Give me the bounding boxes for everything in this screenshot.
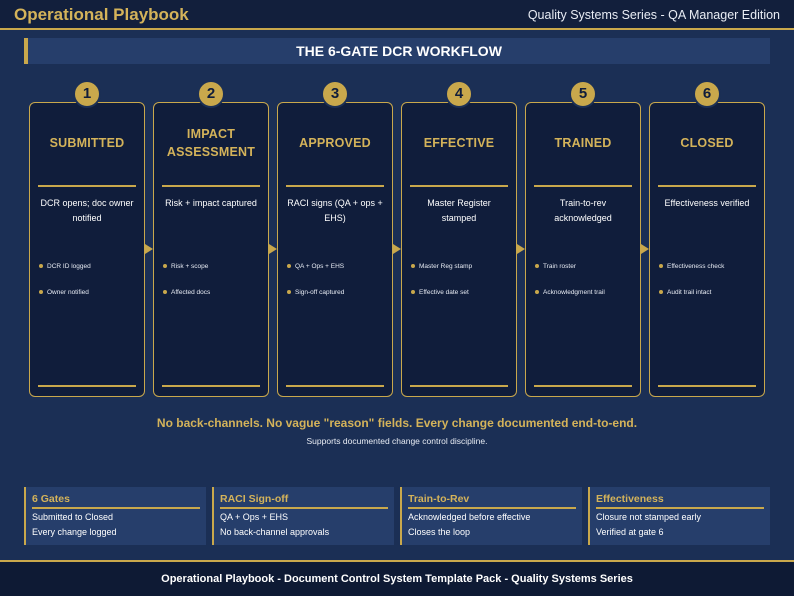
edition-label: Quality Systems Series - QA Manager Edit… [527, 8, 780, 22]
gate-number-badge: 2 [197, 80, 225, 108]
panel-line: Submitted to Closed [32, 512, 114, 522]
bullet-dot-icon [39, 290, 43, 295]
bullet-dot-icon [163, 264, 167, 269]
gate-bullet: Owner notified [39, 289, 140, 296]
gate-title: EFFECTIVE [423, 136, 495, 150]
gate-bullet: Audit trail intact [659, 289, 760, 296]
gate-number-badge: 3 [321, 80, 349, 108]
panel-title: Effectiveness [596, 493, 664, 505]
gate-card-trained: TRAINED Train-to-rev acknowledged Train … [525, 102, 641, 397]
arrow-right-icon [517, 244, 525, 254]
bullet-dot-icon [659, 290, 663, 295]
gate-number-badge: 4 [445, 80, 473, 108]
gate-title: SUBMITTED [49, 136, 125, 150]
footer: Operational Playbook - Document Control … [0, 560, 794, 596]
panel-line: Verified at gate 6 [596, 527, 664, 537]
panel-divider [32, 507, 200, 509]
gate-bullet: Effectiveness check [659, 263, 760, 270]
gate-footer-rule [162, 385, 260, 387]
bullet-dot-icon [287, 264, 291, 269]
panel-line: QA + Ops + EHS [220, 512, 289, 522]
workflow-banner: THE 6-GATE DCR WORKFLOW [24, 38, 770, 64]
bullet-dot-icon [535, 264, 539, 269]
gate-bullet: QA + Ops + EHS [287, 263, 388, 270]
panel-title: RACI Sign-off [220, 493, 289, 505]
panel-line: Closure not stamped early [596, 512, 702, 522]
gate-divider [38, 185, 136, 187]
panel-title: Train-to-Rev [408, 493, 470, 505]
gate-description: Master Register stamped [427, 198, 491, 223]
gate-bullet: Sign-off captured [287, 289, 388, 296]
gate-description: RACI signs (QA + ops + EHS) [287, 198, 383, 223]
gate-divider [658, 185, 756, 187]
panel-divider [408, 507, 576, 509]
gate-number-badge: 1 [73, 80, 101, 108]
gate-divider [286, 185, 384, 187]
gate-divider [410, 185, 508, 187]
bullet-dot-icon [287, 290, 291, 295]
gate-title: CLOSED [680, 136, 734, 150]
gate-card-approved: APPROVED RACI signs (QA + ops + EHS) QA … [277, 102, 393, 397]
gate-card-impact-assessment: IMPACT ASSESSMENT Risk + impact captured… [153, 102, 269, 397]
gate-footer-rule [658, 385, 756, 387]
gate-title: APPROVED [299, 136, 371, 150]
gate-number-badge: 6 [693, 80, 721, 108]
gate-bullet: Effective date set [411, 289, 512, 296]
gate-card-closed: CLOSED Effectiveness verified Effectiven… [649, 102, 765, 397]
gate-title: TRAINED [554, 136, 612, 150]
gate-divider [534, 185, 632, 187]
panel-line: Every change logged [32, 527, 117, 537]
top-bar: Operational Playbook Quality Systems Ser… [0, 0, 794, 30]
summary-panel-raci-signoff: RACI Sign-off QA + Ops + EHS No back-cha… [212, 487, 394, 545]
summary-panel-train-to-rev: Train-to-Rev Acknowledged before effecti… [400, 487, 582, 545]
panel-divider [220, 507, 388, 509]
panel-line: No back-channel approvals [220, 527, 330, 537]
gate-bullet: Master Reg stamp [411, 263, 512, 270]
gate-number-badge: 5 [569, 80, 597, 108]
bullet-dot-icon [39, 264, 43, 269]
bullet-dot-icon [659, 264, 663, 269]
arrow-right-icon [145, 244, 153, 254]
panel-divider [596, 507, 764, 509]
summary-panel-effectiveness: Effectiveness Closure not stamped early … [588, 487, 770, 545]
gate-description: DCR opens; doc owner notified [40, 198, 134, 223]
gate-description: Effectiveness verified [664, 198, 750, 208]
gate-footer-rule [410, 385, 508, 387]
arrow-right-icon [269, 244, 277, 254]
gate-bullet: Risk + scope [163, 263, 264, 270]
gate-footer-rule [286, 385, 384, 387]
gate-footer-rule [38, 385, 136, 387]
gate-description: Risk + impact captured [165, 198, 257, 208]
subline: Supports documented change control disci… [306, 436, 488, 446]
arrow-right-icon [641, 244, 649, 254]
gate-bullet: DCR ID logged [39, 263, 140, 270]
panel-line: Acknowledged before effective [408, 512, 531, 522]
gate-bullet: Acknowledgment trail [535, 289, 636, 296]
bullet-dot-icon [535, 290, 539, 295]
bullet-dot-icon [411, 290, 415, 295]
panel-title: 6 Gates [32, 493, 70, 505]
panel-line: Closes the loop [408, 527, 471, 537]
gate-card-submitted: SUBMITTED DCR opens; doc owner notified … [29, 102, 145, 397]
bullet-dot-icon [163, 290, 167, 295]
gate-bullet: Affected docs [163, 289, 264, 296]
bullet-dot-icon [411, 264, 415, 269]
tagline: No back-channels. No vague "reason" fiel… [156, 416, 638, 430]
gate-divider [162, 185, 260, 187]
gate-bullet: Train roster [535, 263, 636, 270]
gate-footer-rule [534, 385, 632, 387]
gate-card-effective: EFFECTIVE Master Register stamped Master… [401, 102, 517, 397]
arrow-right-icon [393, 244, 401, 254]
summary-panel-6-gates: 6 Gates Submitted to Closed Every change… [24, 487, 206, 545]
gate-description: Train-to-rev acknowledged [554, 198, 612, 223]
brand-title: Operational Playbook [14, 5, 189, 24]
gate-title: IMPACT ASSESSMENT [166, 127, 256, 159]
